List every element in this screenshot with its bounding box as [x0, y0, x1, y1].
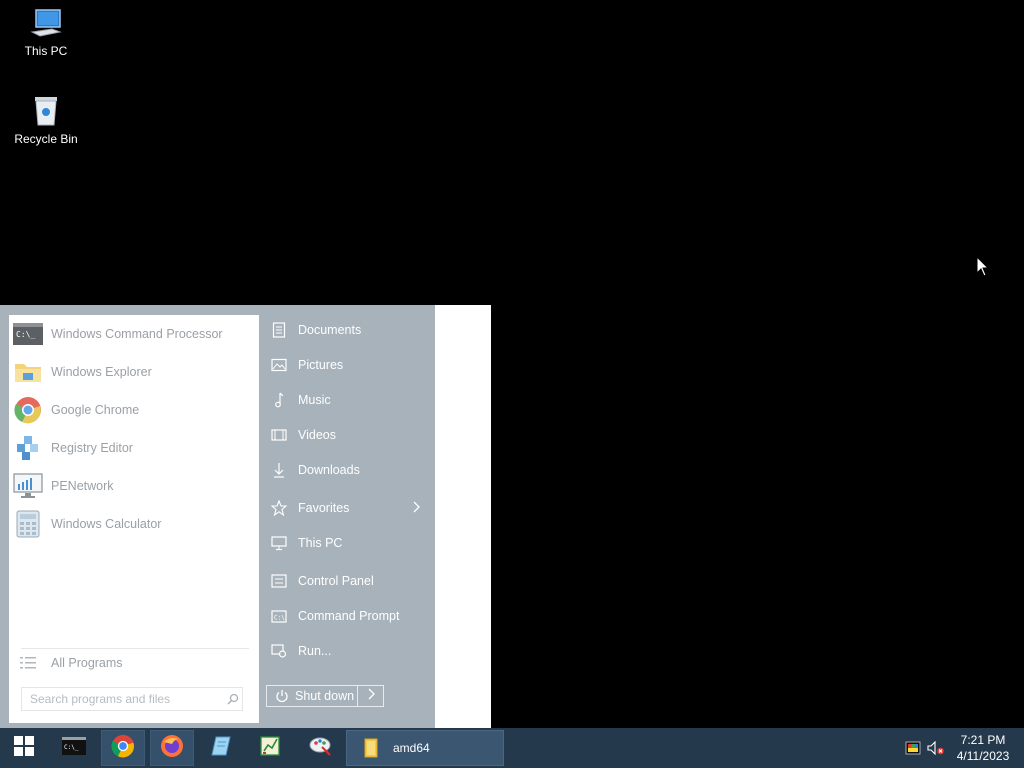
- program-item-registry-editor[interactable]: Registry Editor: [9, 430, 259, 466]
- recycle-bin-icon: [29, 94, 63, 128]
- right-item-label: Music: [298, 393, 331, 407]
- clock-time: 7:21 PM: [960, 733, 1006, 747]
- cmd-icon: C:\_: [62, 736, 86, 760]
- taskbar-pin-paint[interactable]: [298, 730, 342, 766]
- shut-down-button[interactable]: Shut down: [266, 685, 358, 707]
- all-programs-button[interactable]: All Programs: [9, 649, 259, 677]
- program-item-penetwork[interactable]: PENetwork: [9, 468, 259, 504]
- taskbar-pin-firefox[interactable]: [150, 730, 194, 766]
- right-item-pictures[interactable]: Pictures: [268, 350, 430, 380]
- desktop-icon-label: This PC: [24, 44, 68, 58]
- start-button[interactable]: [0, 728, 48, 768]
- music-icon: [268, 392, 290, 408]
- clock-date: 4/11/2023: [956, 749, 1010, 763]
- desktop-icon-this-pc[interactable]: This PC: [4, 6, 88, 58]
- right-item-command-prompt[interactable]: C:\ Command Prompt: [268, 601, 430, 631]
- taskbar-pin-notepad[interactable]: [199, 730, 243, 766]
- start-menu-frame: C:\_ Windows Command Processor Windows E…: [0, 305, 435, 728]
- taskbar-clock[interactable]: 7:21 PM 4/11/2023: [944, 732, 1022, 764]
- search-icon[interactable]: [224, 693, 242, 705]
- search-input[interactable]: [22, 691, 212, 707]
- list-icon: [12, 656, 44, 670]
- network-icon: [12, 471, 44, 501]
- folder-icon: [12, 357, 44, 387]
- power-icon: [271, 689, 293, 703]
- right-item-label: Pictures: [298, 358, 344, 372]
- svg-text:C:\_: C:\_: [64, 744, 79, 751]
- taskbar-pin-cmd[interactable]: C:\_: [52, 730, 96, 766]
- desktop-icon-label: Recycle Bin: [14, 132, 78, 146]
- program-item-command-processor[interactable]: C:\_ Windows Command Processor: [9, 316, 259, 352]
- svg-text:C:\: C:\: [274, 614, 285, 621]
- chevron-right-icon: [412, 501, 420, 516]
- program-label: Registry Editor: [51, 441, 133, 455]
- right-item-favorites[interactable]: Favorites: [268, 493, 430, 523]
- documents-icon: [268, 322, 290, 338]
- right-item-control-panel[interactable]: Control Panel: [268, 566, 430, 596]
- cmd-icon: C:\_: [12, 319, 44, 349]
- all-programs-label: All Programs: [51, 656, 123, 670]
- notepad-icon: [210, 735, 232, 762]
- taskbar: C:\_ amd64 7:21 PM 4/11/2023: [0, 728, 1024, 768]
- program-label: Windows Explorer: [51, 365, 152, 379]
- volume-muted-icon[interactable]: [927, 740, 945, 756]
- programs-panel: C:\_ Windows Command Processor Windows E…: [9, 315, 259, 723]
- shut-down-options-button[interactable]: [358, 685, 384, 707]
- program-label: Google Chrome: [51, 403, 140, 417]
- right-item-downloads[interactable]: Downloads: [268, 455, 430, 485]
- computer-icon: [29, 6, 63, 40]
- right-item-label: Run...: [298, 644, 332, 658]
- start-menu: C:\_ Windows Command Processor Windows E…: [0, 305, 491, 728]
- svg-text:C:\_: C:\_: [16, 330, 35, 339]
- shut-down-label: Shut down: [295, 689, 355, 703]
- control-panel-icon: [268, 574, 290, 588]
- program-item-windows-explorer[interactable]: Windows Explorer: [9, 354, 259, 390]
- right-item-label: Control Panel: [298, 574, 374, 588]
- program-item-google-chrome[interactable]: Google Chrome: [9, 392, 259, 428]
- taskbar-pin-spreadsheet[interactable]: [248, 730, 292, 766]
- program-label: Windows Calculator: [51, 517, 162, 531]
- videos-icon: [268, 429, 290, 441]
- desktop-icon-recycle-bin[interactable]: Recycle Bin: [4, 94, 88, 146]
- right-item-label: Videos: [298, 428, 336, 442]
- registry-icon: [12, 433, 44, 463]
- window-label: amd64: [393, 741, 430, 755]
- firefox-icon: [160, 734, 184, 763]
- computer-icon: [268, 535, 290, 551]
- right-item-videos[interactable]: Videos: [268, 420, 430, 450]
- chrome-icon: [111, 734, 135, 763]
- chevron-right-icon: [367, 687, 375, 705]
- display-settings-icon[interactable]: [904, 740, 922, 756]
- right-item-label: Downloads: [298, 463, 360, 477]
- program-item-windows-calculator[interactable]: Windows Calculator: [9, 506, 259, 542]
- chrome-icon: [12, 395, 44, 425]
- folder-icon: [359, 738, 383, 758]
- taskbar-window-amd64[interactable]: amd64: [346, 730, 504, 766]
- right-item-run[interactable]: Run...: [268, 636, 430, 666]
- star-icon: [268, 500, 290, 516]
- program-label: PENetwork: [51, 479, 114, 493]
- cmd-icon: C:\: [268, 609, 290, 623]
- right-item-documents[interactable]: Documents: [268, 315, 430, 345]
- mouse-cursor-icon: [976, 255, 990, 283]
- run-icon: [268, 644, 290, 658]
- program-label: Windows Command Processor: [51, 327, 223, 341]
- right-item-label: Command Prompt: [298, 609, 400, 623]
- windows-logo-icon: [14, 735, 34, 761]
- right-item-this-pc[interactable]: This PC: [268, 528, 430, 558]
- calculator-icon: [12, 509, 44, 539]
- spreadsheet-icon: [259, 735, 281, 762]
- pictures-icon: [268, 358, 290, 372]
- right-item-label: This PC: [298, 536, 343, 550]
- taskbar-pin-chrome[interactable]: [101, 730, 145, 766]
- right-item-label: Favorites: [298, 501, 350, 515]
- search-box[interactable]: [21, 687, 243, 711]
- paint-icon: [308, 735, 332, 762]
- downloads-icon: [268, 462, 290, 478]
- right-item-label: Documents: [298, 323, 362, 337]
- right-item-music[interactable]: Music: [268, 385, 430, 415]
